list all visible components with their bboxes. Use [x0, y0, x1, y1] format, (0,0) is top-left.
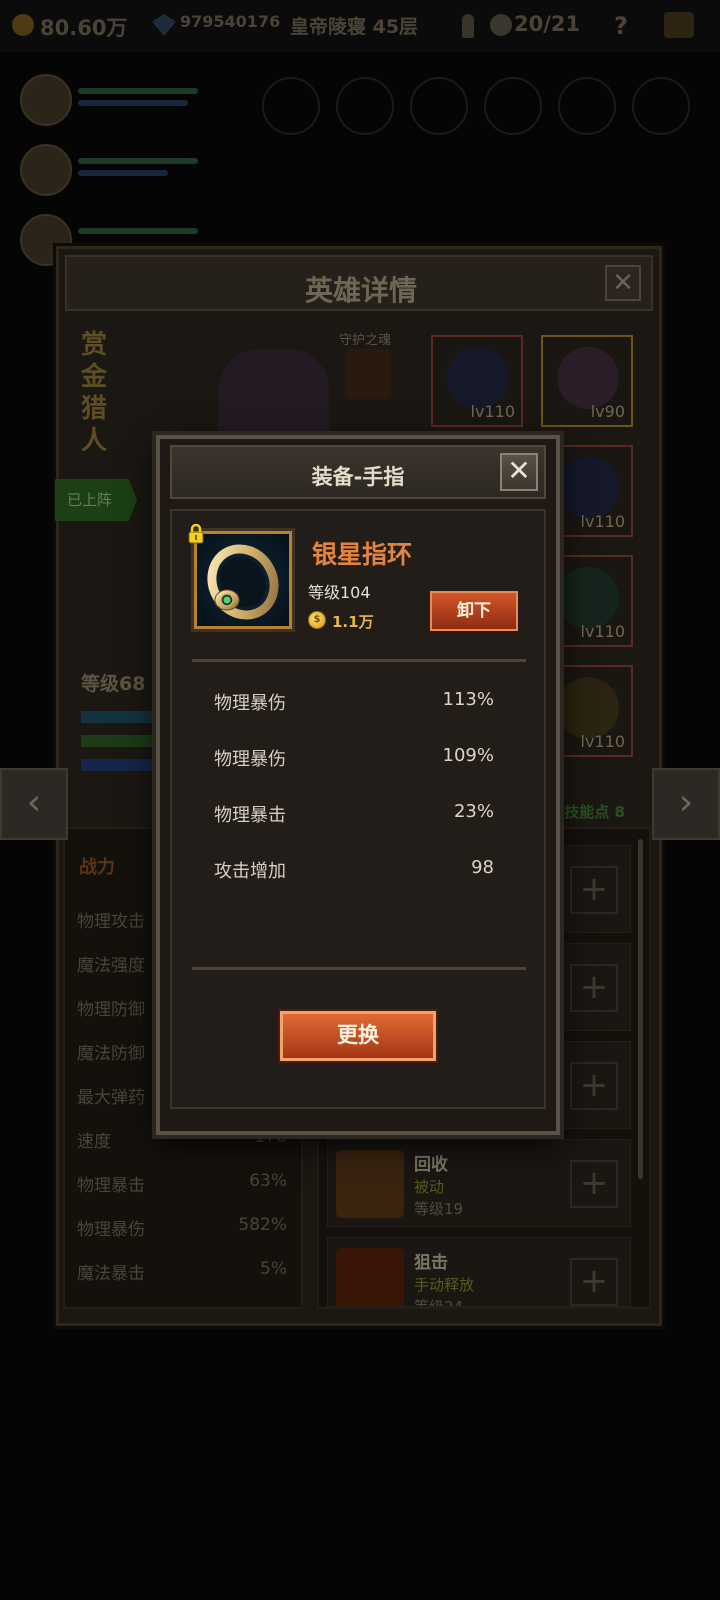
- attribute-value: 113%: [442, 689, 494, 710]
- gold-coin-icon: $: [308, 611, 326, 629]
- attribute-value: 109%: [442, 745, 494, 766]
- equipment-dialog-title: 装备-手指: [311, 465, 405, 489]
- item-icon-frame: [188, 524, 292, 629]
- attribute-label: 攻击增加: [214, 861, 286, 882]
- item-level: 等级104: [308, 583, 371, 602]
- attribute-value: 23%: [453, 801, 494, 822]
- attribute-value: 98: [471, 857, 494, 878]
- divider: [192, 967, 526, 970]
- swap-button[interactable]: 更换: [280, 1011, 436, 1061]
- attribute-row: 物理暴伤 113%: [214, 689, 494, 715]
- divider: [192, 659, 526, 662]
- attribute-label: 物理暴伤: [214, 693, 286, 714]
- close-button[interactable]: ✕: [500, 453, 538, 491]
- equipment-dialog-header: 装备-手指 ✕: [170, 445, 546, 499]
- item-price: 1.1万: [332, 613, 374, 631]
- attribute-row: 攻击增加 98: [214, 857, 494, 883]
- lock-icon[interactable]: [187, 524, 205, 544]
- attribute-row: 物理暴击 23%: [214, 801, 494, 827]
- attribute-label: 物理暴击: [214, 805, 286, 826]
- item-name: 银星指环: [312, 540, 413, 569]
- silver-star-ring-icon: [197, 534, 289, 626]
- attribute-label: 物理暴伤: [214, 749, 286, 770]
- attribute-row: 物理暴伤 109%: [214, 745, 494, 771]
- equipment-dialog: 装备-手指 ✕ 银星指环 等级104 $ 1.1万 卸下 物理暴伤 113% 物…: [156, 435, 560, 1135]
- unequip-button[interactable]: 卸下: [430, 591, 518, 631]
- equipment-dialog-body: 银星指环 等级104 $ 1.1万 卸下 物理暴伤 113% 物理暴伤 109%…: [170, 509, 546, 1109]
